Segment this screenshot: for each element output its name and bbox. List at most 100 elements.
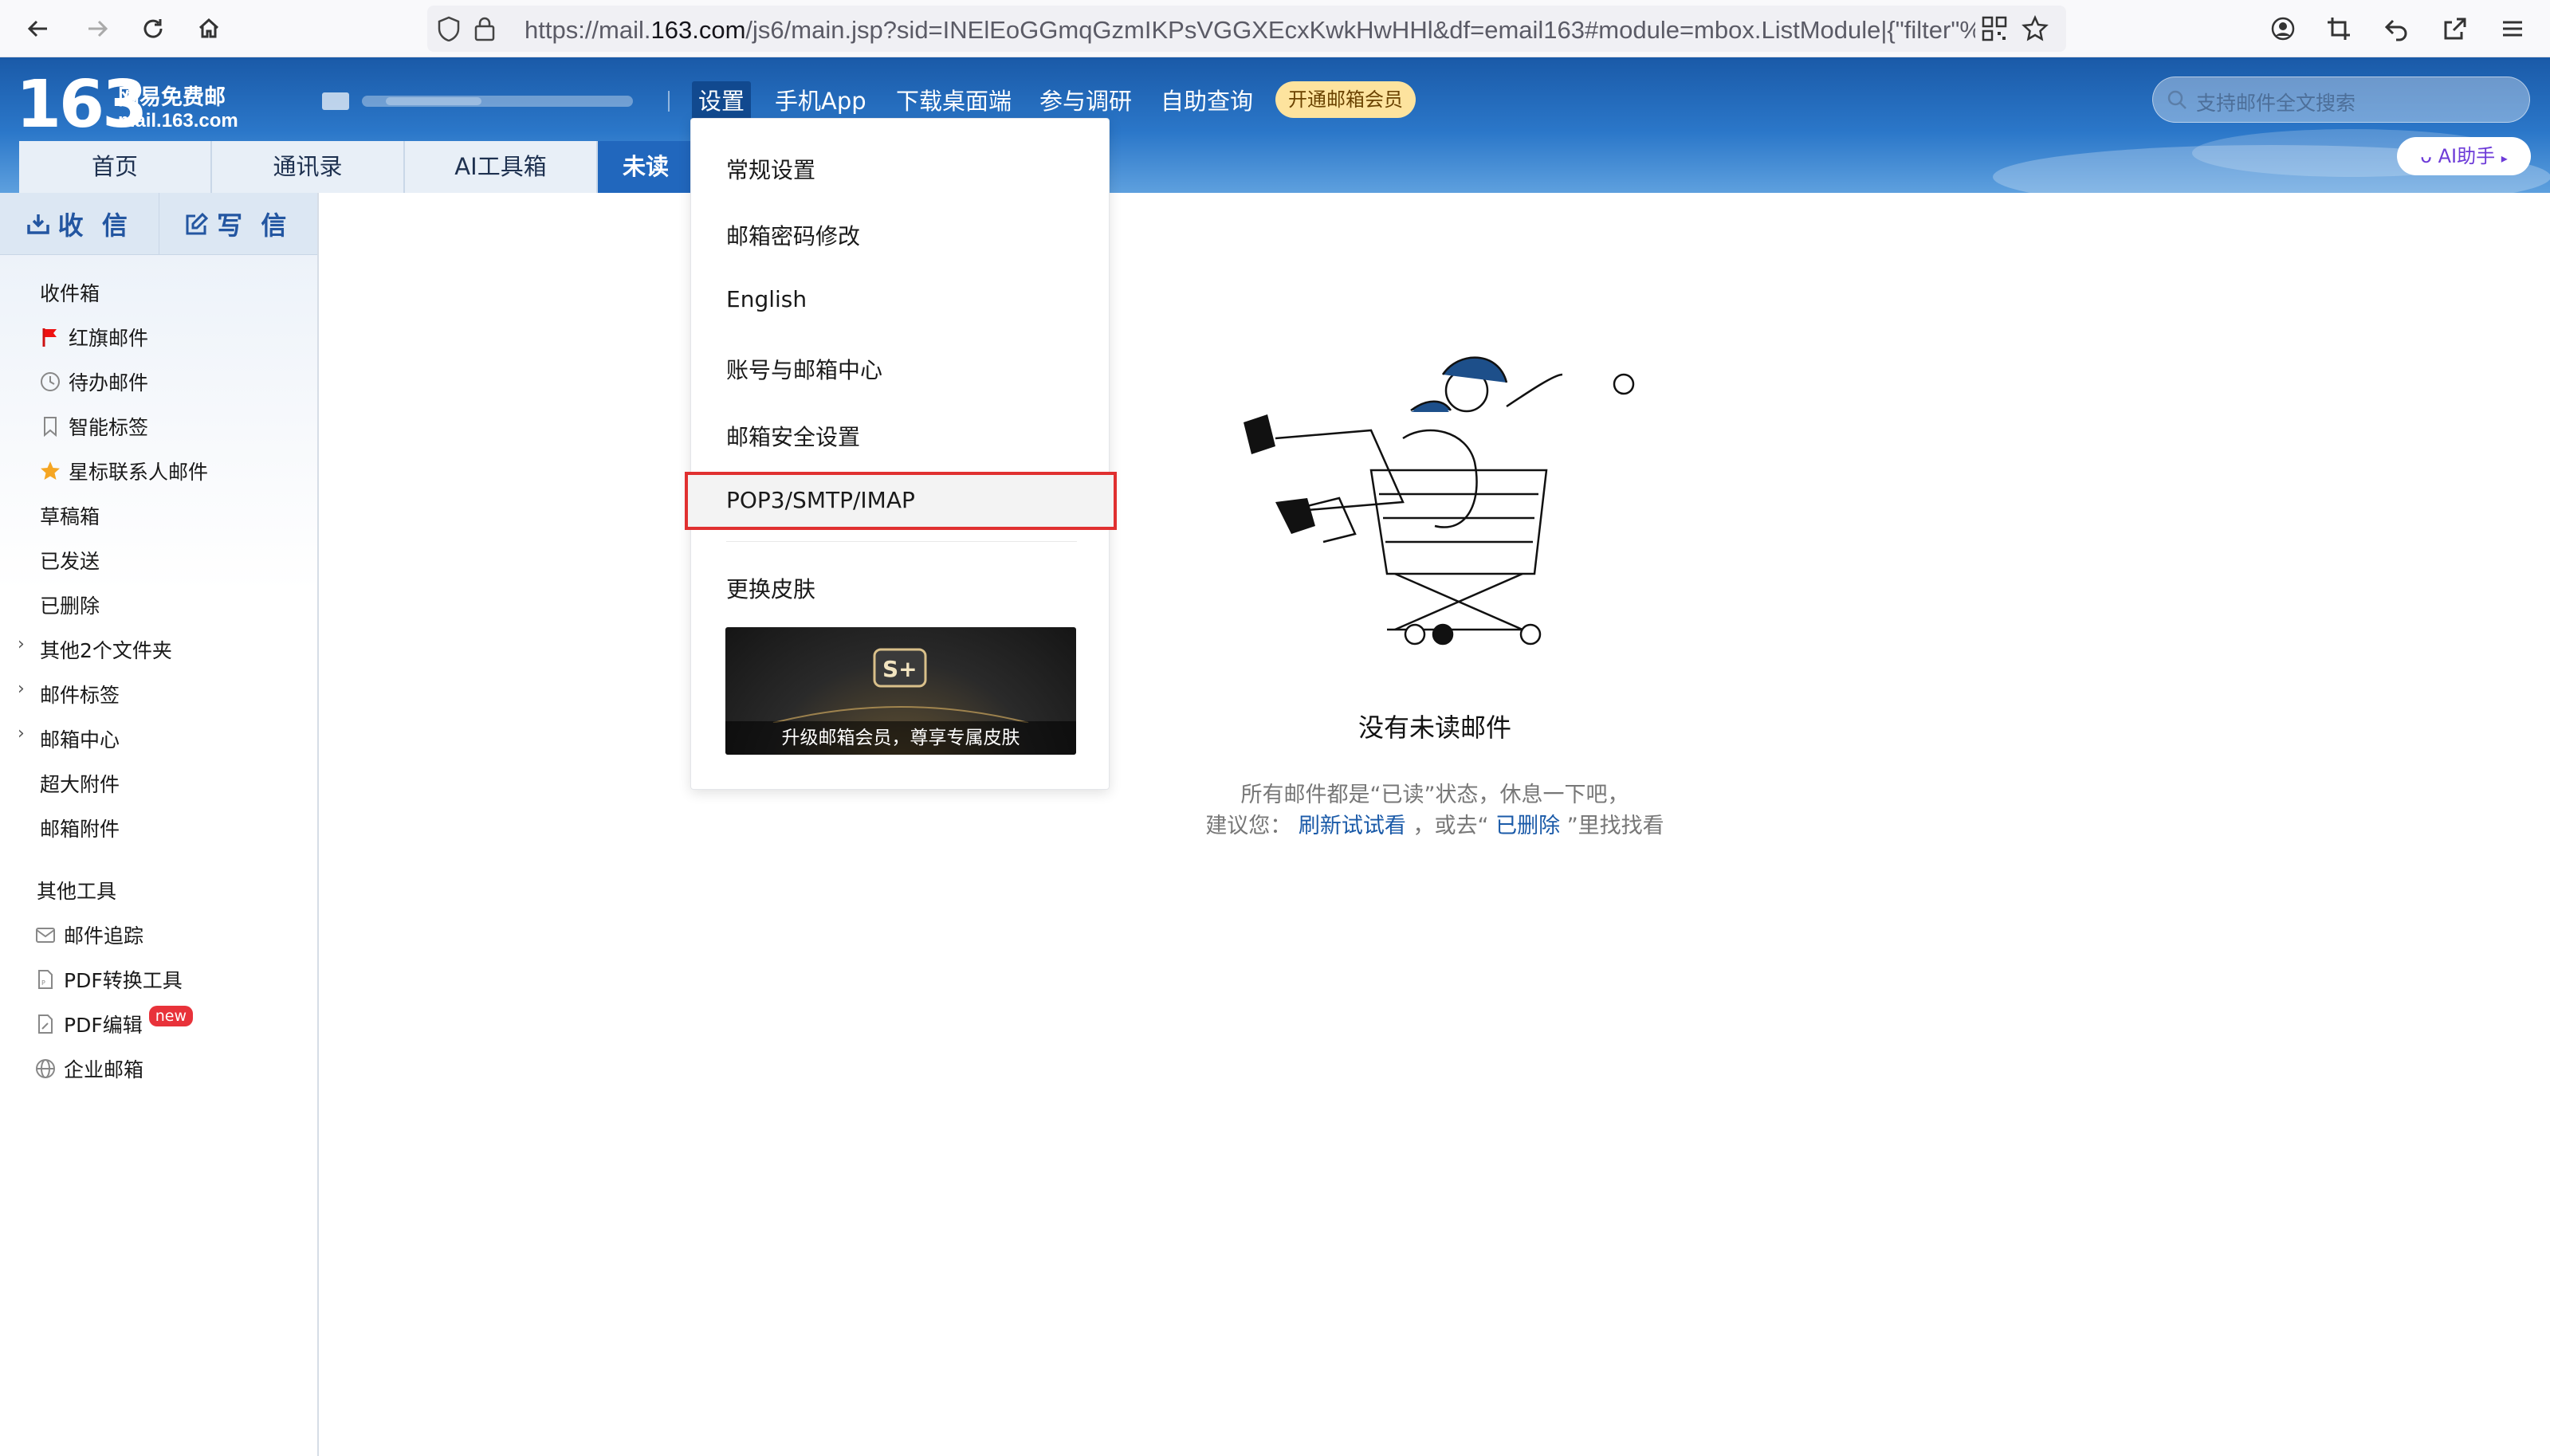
nav-settings[interactable]: 设置 bbox=[692, 81, 752, 121]
menu-pop3-smtp-imap[interactable]: POP3/SMTP/IMAP bbox=[726, 487, 915, 513]
folder-drafts[interactable]: 草稿箱 bbox=[40, 501, 100, 530]
chevron-right-icon[interactable]: › bbox=[18, 724, 25, 744]
bookmark-star-icon[interactable] bbox=[2022, 14, 2049, 45]
tab-ai-toolbox[interactable]: AI工具箱 bbox=[405, 141, 598, 193]
folder-label: 邮箱附件 bbox=[40, 818, 120, 841]
folder-label: 星标联系人邮件 bbox=[69, 461, 209, 484]
folder-label: 超大附件 bbox=[40, 773, 120, 796]
nav-self-service[interactable]: 自助查询 bbox=[1161, 81, 1253, 121]
menu-security-settings[interactable]: 邮箱安全设置 bbox=[726, 420, 860, 452]
folder-sent[interactable]: 已发送 bbox=[40, 546, 100, 575]
menu-change-skin[interactable]: 更换皮肤 bbox=[726, 572, 815, 604]
skin-upgrade-banner[interactable]: S+ 升级邮箱会员，尊享专属皮肤 bbox=[725, 627, 1076, 755]
chevron-right-icon[interactable]: › bbox=[18, 634, 25, 654]
menu-general-settings[interactable]: 常规设置 bbox=[726, 153, 815, 185]
browser-toolbar: https://mail.163.com/js6/main.jsp?sid=IN… bbox=[0, 0, 2550, 57]
account-name-blurred[interactable] bbox=[322, 89, 641, 112]
menu-password-change[interactable]: 邮箱密码修改 bbox=[726, 219, 860, 251]
tab-home[interactable]: 首页 bbox=[19, 141, 212, 193]
undo-icon[interactable] bbox=[2379, 11, 2414, 46]
folder-label: 草稿箱 bbox=[40, 505, 100, 528]
mail-header: 163 网易免费邮 mail.163.com 设置 手机App 下载桌面端 参与… bbox=[0, 57, 2550, 193]
svg-text:S+: S+ bbox=[882, 656, 917, 682]
suggestion-mid: ，或去“ bbox=[1413, 814, 1489, 838]
globe-icon bbox=[33, 1058, 57, 1079]
folder-todo[interactable]: 待办邮件 bbox=[41, 367, 148, 396]
folder-label: 收件箱 bbox=[40, 282, 100, 305]
tool-enterprise-mail[interactable]: 企业邮箱 bbox=[36, 1054, 144, 1083]
receive-button[interactable]: 收 信 bbox=[0, 193, 159, 254]
tool-label: 邮件追踪 bbox=[64, 924, 144, 948]
extensions-icon[interactable] bbox=[2438, 11, 2473, 46]
forward-icon[interactable] bbox=[80, 11, 115, 46]
menu-divider bbox=[726, 541, 1077, 542]
lock-icon[interactable] bbox=[473, 16, 496, 45]
receive-write-bar: 收 信 写 信 bbox=[0, 193, 317, 255]
home-icon[interactable] bbox=[191, 11, 226, 46]
qr-code-icon[interactable] bbox=[1982, 16, 2007, 45]
tool-label: 企业邮箱 bbox=[64, 1058, 144, 1081]
tab-unread[interactable]: 未读 bbox=[598, 141, 693, 193]
crop-screenshot-icon[interactable] bbox=[2321, 11, 2356, 46]
menu-account-center[interactable]: 账号与邮箱中心 bbox=[726, 353, 882, 385]
folder-starred-contacts[interactable]: 星标联系人邮件 bbox=[41, 457, 208, 485]
refresh-link[interactable]: 刷新试试看 bbox=[1299, 814, 1406, 838]
compose-icon bbox=[186, 212, 209, 234]
folder-other-folders[interactable]: 其他2个文件夹 bbox=[40, 635, 172, 664]
write-button[interactable]: 写 信 bbox=[159, 193, 318, 254]
pdf-file-icon: P bbox=[33, 969, 57, 990]
back-icon[interactable] bbox=[21, 11, 56, 46]
pdf-edit-icon bbox=[33, 1014, 57, 1034]
tab-bar: 首页 通讯录 AI工具箱 未读 bbox=[19, 141, 693, 193]
nav-divider bbox=[668, 91, 670, 112]
folder-large-attachments[interactable]: 超大附件 bbox=[40, 769, 120, 798]
settings-dropdown: 常规设置 邮箱密码修改 English 账号与邮箱中心 邮箱安全设置 POP3/… bbox=[685, 118, 1117, 790]
url-bar[interactable]: https://mail.163.com/js6/main.jsp?sid=IN… bbox=[427, 6, 2066, 52]
folder-mail-tags[interactable]: 邮件标签 bbox=[40, 680, 120, 708]
folder-label: 智能标签 bbox=[69, 416, 149, 439]
folder-label: 邮件标签 bbox=[40, 684, 120, 707]
nav-download-desktop[interactable]: 下载桌面端 bbox=[896, 81, 1012, 121]
suggestion-suffix: ”里找找看 bbox=[1566, 814, 1664, 838]
tool-label: PDF转换工具 bbox=[64, 969, 183, 992]
folder-smart-tags[interactable]: 智能标签 bbox=[41, 412, 148, 441]
folder-attachments[interactable]: 邮箱附件 bbox=[40, 814, 120, 842]
folder-inbox[interactable]: 收件箱 bbox=[40, 278, 100, 307]
folder-label: 红旗邮件 bbox=[69, 327, 149, 350]
folder-label: 已发送 bbox=[40, 550, 100, 573]
url-text[interactable]: https://mail.163.com/js6/main.jsp?sid=IN… bbox=[525, 16, 1975, 45]
empty-title: 没有未读邮件 bbox=[1358, 712, 1511, 743]
shield-icon[interactable] bbox=[437, 16, 461, 45]
menu-english[interactable]: English bbox=[726, 286, 807, 312]
deleted-folder-link[interactable]: 已删除 bbox=[1495, 814, 1560, 838]
chevron-right-icon[interactable]: › bbox=[18, 679, 25, 699]
menu-icon[interactable] bbox=[2495, 11, 2530, 46]
tool-mail-tracking[interactable]: 邮件追踪 bbox=[36, 920, 144, 949]
star-icon bbox=[38, 460, 62, 482]
nav-survey[interactable]: 参与调研 bbox=[1039, 81, 1132, 121]
nav-mobile-app[interactable]: 手机App bbox=[775, 81, 866, 121]
folder-deleted[interactable]: 已删除 bbox=[40, 591, 100, 619]
red-flag-icon bbox=[38, 327, 62, 347]
tool-pdf-convert[interactable]: P PDF转换工具 bbox=[37, 965, 183, 994]
logo[interactable]: 163 网易免费邮 mail.163.com bbox=[16, 67, 303, 143]
tab-contacts[interactable]: 通讯录 bbox=[212, 141, 405, 193]
clock-icon bbox=[38, 371, 62, 392]
tool-pdf-edit[interactable]: PDF编辑 new bbox=[37, 1006, 193, 1038]
folder-red-flag[interactable]: 红旗邮件 bbox=[41, 323, 148, 351]
inbox-download-icon bbox=[26, 214, 49, 234]
search-icon bbox=[2167, 90, 2187, 109]
ai-assistant-button[interactable]: ᴗ AI助手 ▸ bbox=[2397, 137, 2531, 175]
tool-label: PDF编辑 bbox=[64, 1014, 143, 1037]
logo-text: 网易免费邮 bbox=[118, 85, 226, 110]
write-label: 写 信 bbox=[217, 210, 292, 241]
skin-banner-caption: 升级邮箱会员，尊享专属皮肤 bbox=[725, 721, 1076, 755]
account-icon[interactable] bbox=[2265, 11, 2301, 46]
search-input[interactable]: 支持邮件全文搜索 bbox=[2152, 77, 2530, 123]
vip-button[interactable]: 开通邮箱会员 bbox=[1275, 81, 1416, 118]
folder-mail-center[interactable]: 邮箱中心 bbox=[40, 724, 120, 753]
new-badge: new bbox=[148, 1006, 193, 1026]
folder-label: 其他2个文件夹 bbox=[40, 639, 172, 662]
reload-icon[interactable] bbox=[136, 11, 171, 46]
empty-state-illustration bbox=[1244, 356, 1635, 646]
